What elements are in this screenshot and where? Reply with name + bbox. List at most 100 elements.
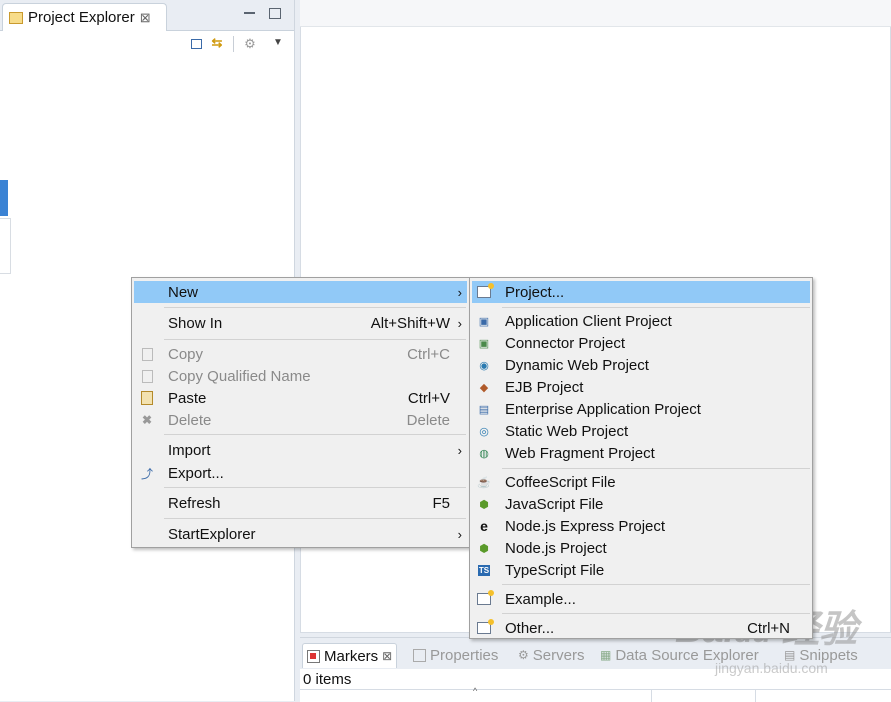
menu-item-paste[interactable]: Paste Ctrl+V: [134, 387, 467, 409]
nodejs-icon: ⬢: [479, 542, 489, 555]
submenu-item-example-label: Example...: [505, 590, 576, 608]
submenu-item-nodejs-label: Node.js Project: [505, 539, 607, 557]
project-explorer-icon: [9, 11, 23, 24]
submenu-item-javascript-label: JavaScript File: [505, 495, 604, 513]
submenu-item-enterprise-application-project[interactable]: ▤ Enterprise Application Project: [472, 398, 810, 420]
javascript-file-icon: ⬢: [479, 498, 489, 511]
data-source-icon: ▦: [600, 648, 612, 662]
submenu-item-other-label: Other...: [505, 619, 555, 637]
copy-shortcut: Ctrl+C: [407, 345, 450, 363]
menu-item-copy[interactable]: Copy Ctrl+C: [134, 343, 467, 365]
editor-tab-strip: [300, 0, 891, 27]
menu-item-refresh[interactable]: Refresh F5: [134, 492, 467, 514]
left-edge-panel: [0, 218, 11, 274]
menu-item-delete-label: Delete: [168, 411, 212, 429]
tab-markers[interactable]: Markers ⊠: [302, 643, 398, 668]
close-tab-icon[interactable]: ⊠: [140, 10, 151, 26]
new-submenu: Project... ▣ Application Client Project …: [469, 277, 813, 639]
menu-separator: [164, 339, 466, 340]
menu-item-new-label: New: [168, 283, 199, 301]
refresh-shortcut: F5: [432, 494, 450, 512]
export-icon: ⤴: [140, 466, 153, 481]
menu-item-show-in[interactable]: Show In Alt+Shift+W ›: [134, 312, 467, 334]
menu-item-copy-label: Copy: [168, 345, 204, 363]
menu-item-show-in-label: Show In: [168, 314, 223, 332]
column-separator: [755, 690, 756, 702]
column-separator: [651, 690, 652, 702]
enterprise-application-icon: ▤: [478, 403, 490, 416]
watermark-url: jingyan.baidu.com: [715, 660, 828, 676]
menu-separator: [502, 468, 810, 469]
menu-item-export[interactable]: ⤴ Export...: [134, 462, 467, 484]
static-web-project-icon: ◎: [479, 425, 489, 438]
submenu-item-web-fragment-project[interactable]: ◍ Web Fragment Project: [472, 442, 810, 464]
submenu-item-connector-label: Connector Project: [505, 334, 626, 352]
show-in-shortcut: Alt+Shift+W: [370, 314, 450, 332]
submenu-arrow-icon: ›: [457, 442, 462, 458]
other-shortcut: Ctrl+N: [747, 619, 790, 637]
example-wizard-icon: [476, 590, 494, 607]
new-project-wizard-icon: [476, 283, 494, 300]
project-explorer-tab-label: Project Explorer: [28, 9, 135, 26]
submenu-item-dynamic-web-project[interactable]: ◉ Dynamic Web Project: [472, 354, 810, 376]
submenu-item-other[interactable]: Other... Ctrl+N: [472, 617, 810, 639]
menu-item-refresh-label: Refresh: [168, 494, 221, 512]
submenu-item-dynamic-web-label: Dynamic Web Project: [505, 356, 649, 374]
submenu-item-nodejs-express-project[interactable]: e Node.js Express Project: [472, 515, 810, 537]
menu-separator: [502, 613, 810, 614]
tab-properties[interactable]: Properties: [413, 643, 498, 667]
tab-properties-label: Properties: [430, 646, 499, 664]
menu-item-copy-qualified-label: Copy Qualified Name: [168, 367, 311, 385]
express-icon: e: [480, 518, 488, 534]
submenu-item-nodejs-express-label: Node.js Express Project: [505, 517, 666, 535]
maximize-view-button[interactable]: [269, 8, 281, 19]
minimize-view-button[interactable]: [244, 9, 255, 14]
properties-icon: [413, 648, 426, 662]
servers-icon: ⚙: [518, 648, 529, 662]
submenu-item-nodejs-project[interactable]: ⬢ Node.js Project: [472, 537, 810, 559]
submenu-item-example[interactable]: Example...: [472, 588, 810, 610]
tab-servers[interactable]: ⚙ Servers: [518, 643, 584, 667]
menu-item-delete[interactable]: ✖ Delete Delete: [134, 409, 467, 431]
close-markers-icon[interactable]: ⊠: [382, 649, 392, 663]
other-wizard-icon: [476, 619, 494, 636]
project-explorer-tab[interactable]: Project Explorer ⊠: [2, 3, 167, 31]
toolbar-separator: [233, 36, 234, 52]
submenu-item-ejb-label: EJB Project: [505, 378, 584, 396]
submenu-item-connector-project[interactable]: ▣ Connector Project: [472, 332, 810, 354]
menu-item-copy-qualified-name[interactable]: Copy Qualified Name: [134, 365, 467, 387]
submenu-item-static-web-project[interactable]: ◎ Static Web Project: [472, 420, 810, 442]
submenu-item-typescript-label: TypeScript File: [505, 561, 605, 579]
menu-separator: [502, 307, 810, 308]
menu-separator: [164, 434, 466, 435]
link-with-editor-icon[interactable]: ⇆: [209, 35, 225, 51]
copy-icon: [139, 346, 155, 362]
submenu-item-coffeescript-file[interactable]: ☕ CoffeeScript File: [472, 471, 810, 493]
filters-icon[interactable]: ⚙: [242, 36, 258, 52]
menu-separator: [164, 518, 466, 519]
submenu-item-javascript-file[interactable]: ⬢ JavaScript File: [472, 493, 810, 515]
menu-item-import[interactable]: Import ›: [134, 439, 467, 461]
submenu-item-static-web-label: Static Web Project: [505, 422, 629, 440]
menu-item-paste-label: Paste: [168, 389, 207, 407]
submenu-item-ejb-project[interactable]: ◆ EJB Project: [472, 376, 810, 398]
web-fragment-project-icon: ◍: [479, 447, 489, 460]
delete-shortcut: Delete: [406, 411, 450, 429]
application-client-icon: ▣: [478, 315, 490, 328]
submenu-item-coffeescript-label: CoffeeScript File: [505, 473, 616, 491]
submenu-item-application-client-label: Application Client Project: [505, 312, 672, 330]
menu-item-import-label: Import: [168, 441, 211, 459]
submenu-item-project[interactable]: Project...: [472, 281, 810, 303]
menu-item-new[interactable]: New ›: [134, 281, 467, 303]
submenu-item-application-client-project[interactable]: ▣ Application Client Project: [472, 310, 810, 332]
collapse-all-icon[interactable]: [188, 36, 204, 52]
copy-qualified-icon: [139, 368, 155, 384]
submenu-item-typescript-file[interactable]: TS TypeScript File: [472, 559, 810, 581]
items-count: 0 items: [303, 671, 352, 688]
dynamic-web-project-icon: ◉: [479, 359, 489, 372]
menu-item-startexplorer[interactable]: StartExplorer ›: [134, 523, 467, 545]
menu-item-startexplorer-label: StartExplorer: [168, 525, 256, 543]
view-menu-icon[interactable]: ▼: [270, 34, 286, 50]
context-menu: New › Show In Alt+Shift+W › Copy Ctrl+C …: [131, 277, 470, 548]
submenu-item-enterprise-application-label: Enterprise Application Project: [505, 400, 701, 418]
